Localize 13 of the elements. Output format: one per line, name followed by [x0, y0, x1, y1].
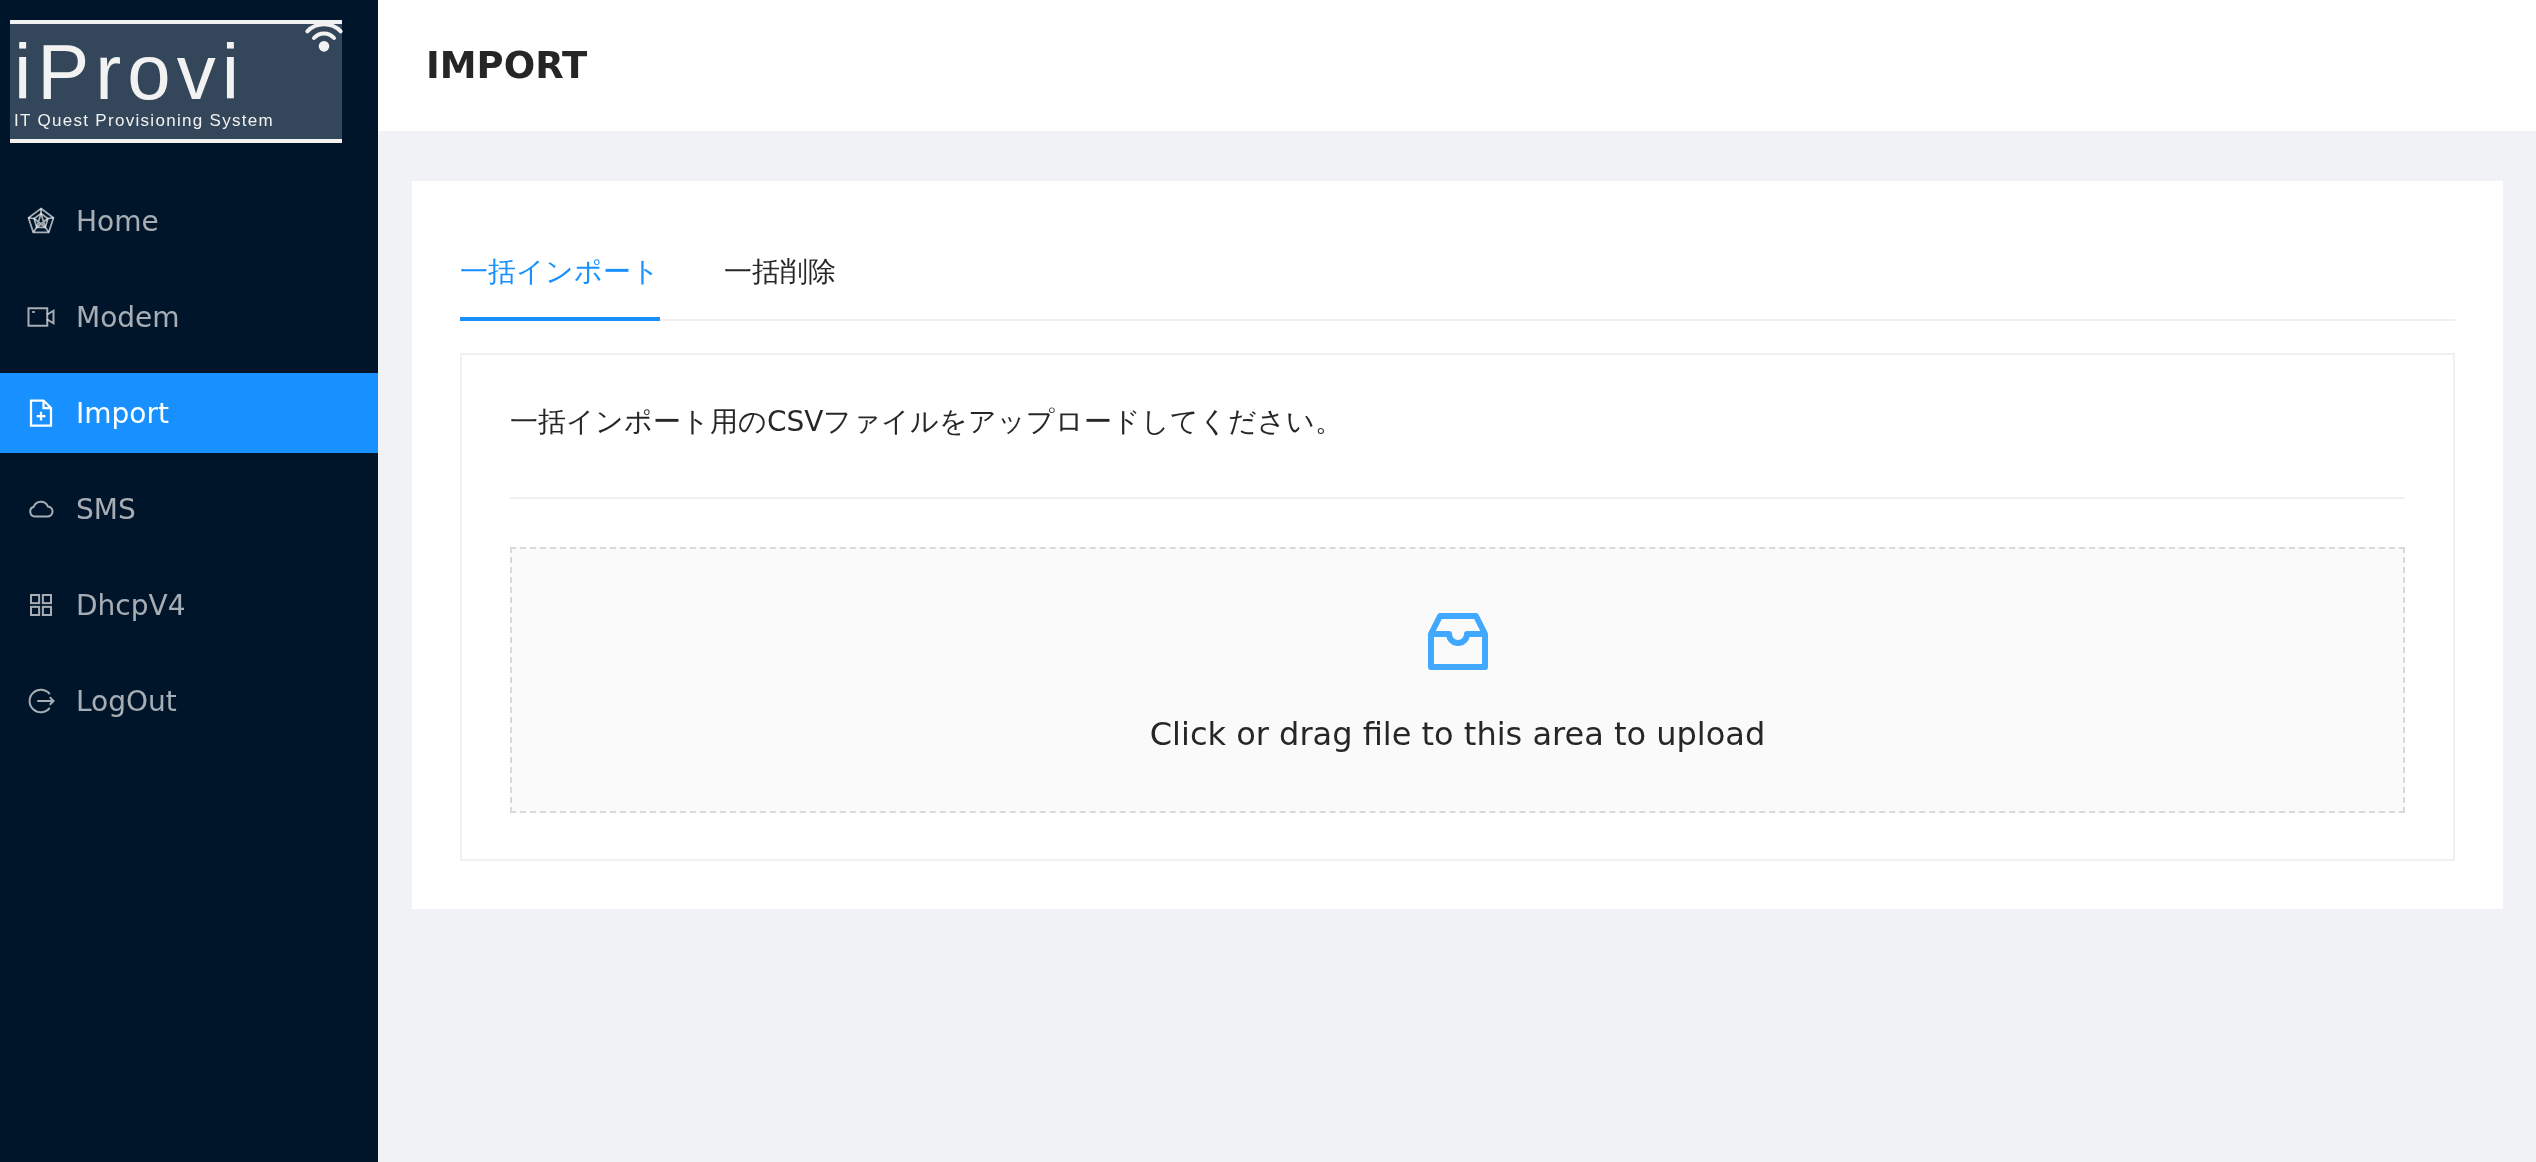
- logo-subtitle: IT Quest Provisioning System: [14, 111, 275, 131]
- logout-icon: [26, 686, 56, 716]
- sidebar-item[interactable]: SMS: [0, 469, 378, 549]
- page-title: IMPORT: [426, 44, 588, 87]
- pentagon-web-icon: [26, 206, 56, 236]
- logo-name: iProvi: [14, 33, 246, 111]
- instruction-text: 一括インポート用のCSVファイルをアップロードしてください。: [510, 403, 2405, 499]
- sidebar-item[interactable]: Modem: [0, 277, 378, 357]
- upload-dropzone[interactable]: Click or drag file to this area to upload: [510, 547, 2405, 813]
- sidebar-item[interactable]: DhcpV4: [0, 565, 378, 645]
- sidebar-item[interactable]: LogOut: [0, 661, 378, 741]
- tab[interactable]: 一括削除: [724, 241, 836, 321]
- sidebar-item[interactable]: Home: [0, 181, 378, 261]
